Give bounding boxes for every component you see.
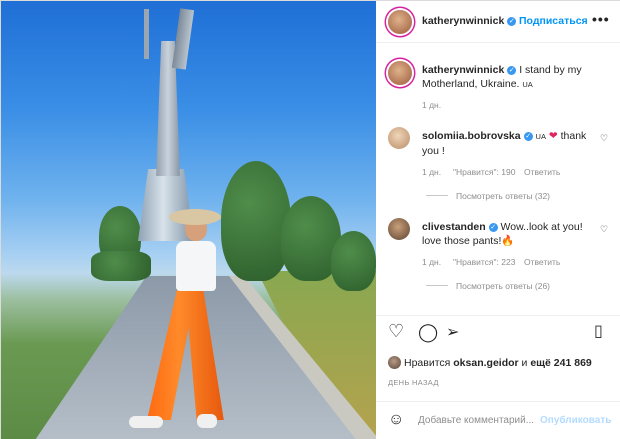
likes-summary: Нравится oksan.geidor и ещё 241 869 — [404, 357, 592, 369]
comment-username[interactable]: solomiia.bobrovska — [422, 130, 521, 142]
save-bookmark-icon[interactable]: ▯ — [594, 321, 603, 341]
ua-flag-icon: UA — [522, 80, 533, 89]
like-heart-icon[interactable]: ♡ — [388, 321, 404, 342]
author-avatar[interactable] — [388, 10, 412, 34]
red-heart-icon: ❤ — [548, 130, 558, 142]
caption-time[interactable]: 1 дн. — [422, 100, 441, 110]
comment-likes[interactable]: "Нравится": 190 — [453, 167, 515, 177]
comment-time[interactable]: 1 дн. — [422, 257, 441, 267]
emoji-smiley-icon[interactable]: ☺ — [388, 411, 404, 429]
follow-button[interactable]: Подписаться — [519, 15, 588, 27]
comment-likes[interactable]: "Нравится": 223 — [453, 257, 515, 267]
caption-username[interactable]: katherynwinnick — [422, 64, 504, 76]
post-header: katherynwinnick ✓ Подписаться ••• — [376, 1, 620, 43]
post-caption: katherynwinnick ✓ I stand by my Motherlan… — [422, 63, 612, 92]
comment-time[interactable]: 1 дн. — [422, 167, 441, 177]
reply-button[interactable]: Ответить — [524, 257, 560, 267]
comment-username[interactable]: clivestanden — [422, 221, 486, 233]
comment-1: solomiia.bobrovska ✓ UA ❤ thank you ! — [422, 129, 592, 158]
like-comment-heart-icon[interactable]: ♡ — [600, 133, 608, 144]
comment-avatar[interactable] — [388, 218, 410, 240]
post-date[interactable]: ДЕНЬ НАЗАД — [388, 378, 439, 387]
liker-username[interactable]: oksan.geidor — [453, 357, 518, 369]
post-side-panel: katherynwinnick ✓ Подписаться ••• kathery… — [376, 1, 620, 439]
verified-badge-icon: ✓ — [507, 66, 517, 75]
post-photo[interactable] — [1, 1, 376, 439]
liker-avatar[interactable] — [388, 356, 401, 369]
comment-2: clivestanden ✓ Wow..look at you! love tho… — [422, 220, 592, 248]
verified-badge-icon: ✓ — [488, 223, 498, 232]
likes-count-link[interactable]: ещё 241 869 — [530, 357, 591, 369]
view-replies-button[interactable]: Посмотреть ответы (32) — [426, 191, 550, 201]
more-options-icon[interactable]: ••• — [592, 11, 610, 27]
comment-input[interactable]: Добавьте комментарий... — [418, 415, 534, 426]
comment-avatar[interactable] — [388, 127, 410, 149]
ua-flag-icon: UA — [535, 132, 546, 141]
verified-badge-icon: ✓ — [507, 17, 517, 26]
reply-button[interactable]: Ответить — [524, 167, 560, 177]
view-replies-button[interactable]: Посмотреть ответы (26) — [426, 281, 550, 291]
like-comment-heart-icon[interactable]: ♡ — [600, 224, 608, 235]
verified-badge-icon: ✓ — [523, 132, 533, 141]
author-username[interactable]: katherynwinnick — [422, 15, 504, 27]
publish-button[interactable]: Опубликовать — [540, 415, 611, 426]
caption-author-avatar[interactable] — [388, 61, 412, 85]
add-comment-row: ☺ Добавьте комментарий... Опубликовать — [376, 401, 620, 439]
share-send-icon[interactable]: ➢ — [446, 322, 459, 342]
comment-bubble-icon[interactable]: ◯ — [418, 322, 438, 343]
instagram-post-modal: katherynwinnick ✓ Подписаться ••• kathery… — [0, 0, 620, 439]
